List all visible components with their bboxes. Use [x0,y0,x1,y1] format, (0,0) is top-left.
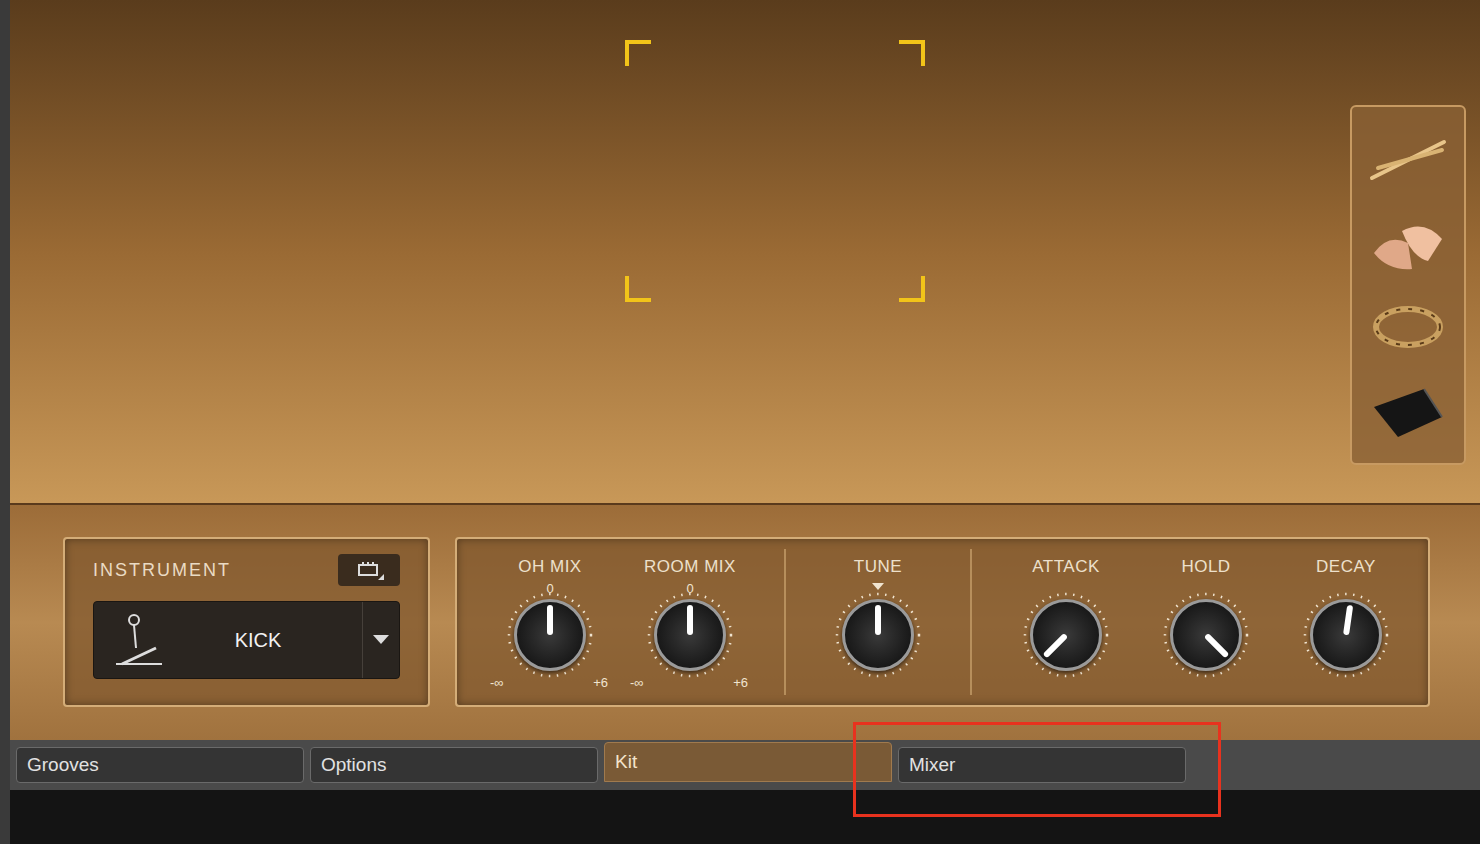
selection-corner [899,40,925,66]
center-marker-icon [872,583,884,591]
knob-dial[interactable] [1310,599,1382,671]
tab-label: Mixer [909,754,955,776]
tab-label: Options [321,754,386,776]
knob-label: ATTACK [1032,557,1100,577]
knob[interactable]: HOLD [1136,539,1276,705]
cowbell-icon[interactable] [1366,376,1450,446]
knob-dial[interactable] [654,599,726,671]
instrument-options-icon[interactable] [338,554,400,586]
knob-dial[interactable] [1170,599,1242,671]
tambourine-icon[interactable] [1366,292,1450,362]
highlight-annotation [853,722,1221,817]
group-separator [970,549,972,695]
brushes-icon[interactable] [1366,208,1450,278]
knob[interactable]: OH MIX 0 -∞ +6 [480,539,620,705]
scale-min: -∞ [490,676,504,690]
knob-pointer [1204,633,1229,658]
instrument-panel: INSTRUMENT KICK [63,537,430,707]
knob-label: DECAY [1316,557,1376,577]
knob-label: HOLD [1181,557,1230,577]
dropdown-arrow-icon[interactable] [362,602,399,678]
knob-group: OH MIX 0 -∞ +6 ROOM MIX 0 -∞ +6 [457,539,784,705]
knob[interactable]: TUNE [808,539,948,705]
drum-kit-photo [10,0,1480,503]
selection-corner [899,276,925,302]
knob-pointer [875,605,881,635]
knob-dial[interactable] [1030,599,1102,671]
tab[interactable]: Grooves [16,747,304,783]
scale-center: 0 [490,582,610,596]
knob-group: TUNE [786,539,970,705]
knob[interactable]: ROOM MIX 0 -∞ +6 [620,539,760,705]
instrument-label: INSTRUMENT [93,557,231,584]
group-separator [784,549,786,695]
empty-area [10,790,1480,844]
selection-corner [625,40,651,66]
knob-label: ROOM MIX [644,557,736,577]
tab[interactable]: Kit [604,742,892,782]
scale-min: -∞ [630,676,644,690]
knob-pointer [1043,633,1068,658]
selection-corner [625,276,651,302]
kick-pedal-icon [94,602,184,678]
knob-pointer [1343,605,1353,636]
knob-label: OH MIX [518,557,581,577]
sticks-icon[interactable] [1366,124,1450,194]
knob[interactable]: DECAY [1276,539,1416,705]
knob-pointer [547,605,553,635]
scale-max: +6 [593,676,608,690]
instrument-value: KICK [235,625,282,655]
instrument-dropdown[interactable]: KICK [93,601,400,679]
tab[interactable]: Mixer [898,747,1186,783]
tab[interactable]: Options [310,747,598,783]
tab-bar: Grooves Options Kit Mixer [10,740,1480,790]
knob-label: TUNE [854,557,902,577]
knob-group: ATTACK HOLD DECAY [972,539,1428,705]
knob[interactable]: ATTACK [996,539,1136,705]
knob-pointer [687,605,693,635]
control-panel: INSTRUMENT KICK OH MIX 0 -∞ +6 ROOM MIX 0 -∞ +6 TU… [10,503,1480,740]
scale-center: 0 [630,582,750,596]
scale-max: +6 [733,676,748,690]
knob-dial[interactable] [514,599,586,671]
knob-dial[interactable] [842,599,914,671]
articulation-panel [1350,105,1466,465]
tab-label: Grooves [27,754,99,776]
tab-label: Kit [615,751,637,773]
knob-panel: OH MIX 0 -∞ +6 ROOM MIX 0 -∞ +6 TUNE ATTACK HOLD DE… [455,537,1430,707]
